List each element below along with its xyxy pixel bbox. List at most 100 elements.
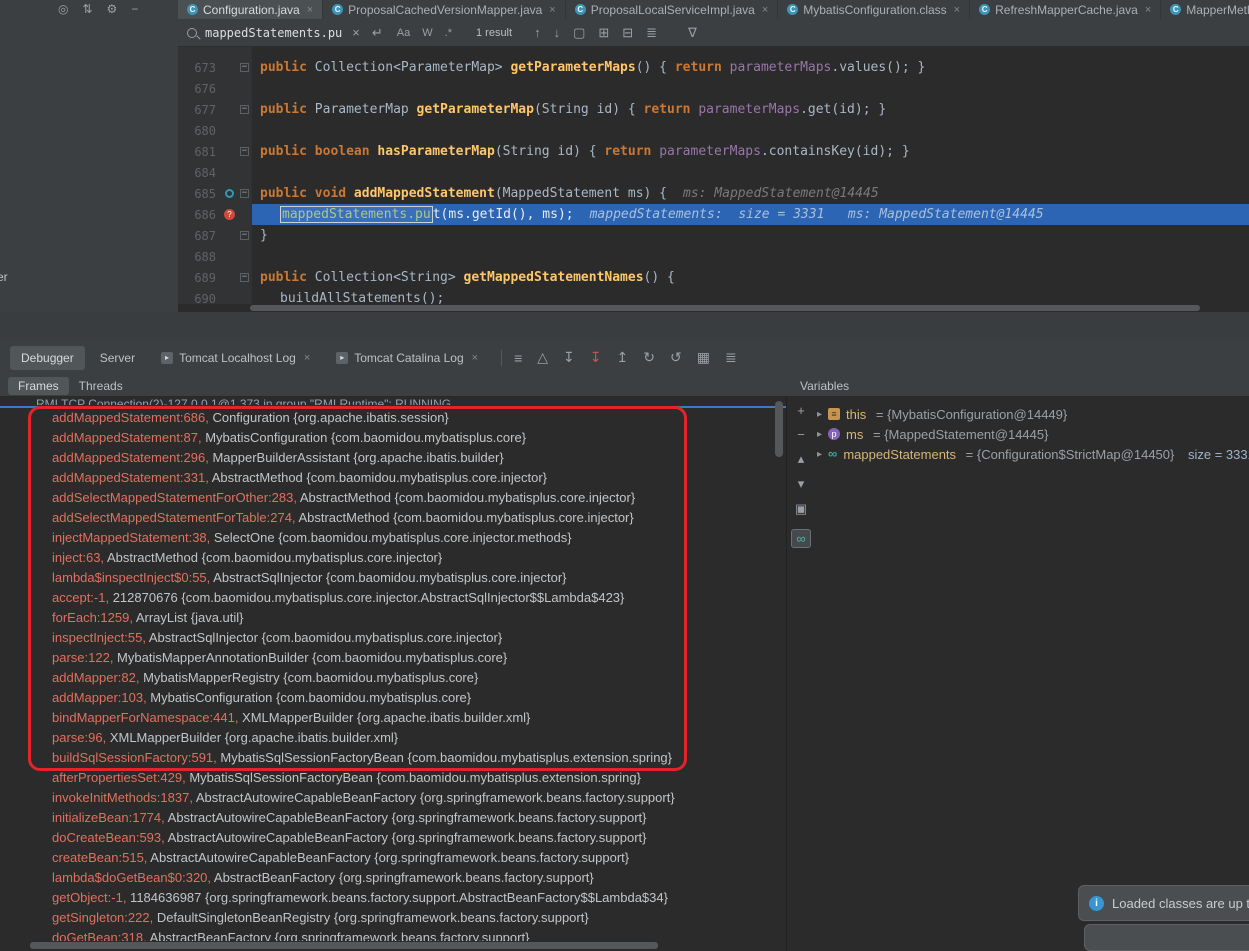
- move-up-icon[interactable]: ▴: [791, 451, 811, 467]
- stack-frame[interactable]: getObject:-1, 1184636987 {org.springfram…: [0, 888, 786, 908]
- code-line[interactable]: 688: [178, 246, 1249, 267]
- open-in-find-window-icon[interactable]: ▢: [573, 25, 585, 41]
- thread-selector[interactable]: RMI TCP Connection(2)-127.0.0.1@1,373 in…: [0, 397, 786, 405]
- filter-icon[interactable]: ∇: [688, 25, 697, 41]
- tab-threads[interactable]: Threads: [69, 377, 133, 395]
- fold-icon[interactable]: −: [240, 189, 249, 198]
- code-line[interactable]: 676: [178, 78, 1249, 99]
- stack-frame[interactable]: doGetBean:318, AbstractBeanFactory {org.…: [0, 928, 786, 941]
- code-line[interactable]: 681−public boolean hasParameterMap(Strin…: [178, 141, 1249, 162]
- close-icon[interactable]: ×: [472, 352, 478, 364]
- code-line[interactable]: 687−}: [178, 225, 1249, 246]
- move-down-icon[interactable]: ▾: [791, 476, 811, 492]
- code-line[interactable]: 684: [178, 162, 1249, 183]
- code-line[interactable]: 690buildAllStatements();: [178, 288, 1249, 304]
- remove-watch-icon[interactable]: −: [791, 427, 811, 442]
- debug-tab[interactable]: ▸Tomcat Localhost Log×: [150, 346, 321, 370]
- previous-occurrence-icon[interactable]: ↑: [534, 25, 541, 40]
- add-occurrence-icon[interactable]: ⊞: [598, 25, 609, 41]
- stack-frame[interactable]: addMapper:82, MybatisMapperRegistry {com…: [0, 668, 786, 688]
- close-icon[interactable]: ×: [1145, 4, 1151, 16]
- code-line[interactable]: 685−public void addMappedStatement(Mappe…: [178, 183, 1249, 204]
- close-icon[interactable]: ×: [304, 352, 310, 364]
- chevron-right-icon[interactable]: ▸: [817, 449, 822, 460]
- chevron-right-icon[interactable]: ▸: [817, 409, 822, 420]
- locate-file-icon[interactable]: ◎: [58, 2, 68, 16]
- restore-layout-icon[interactable]: △: [537, 349, 548, 366]
- stack-frame[interactable]: lambda$inspectInject$0:55, AbstractSqlIn…: [0, 568, 786, 588]
- duplicate-icon[interactable]: ▣: [791, 501, 811, 517]
- stack-frame[interactable]: inspectInject:55, AbstractSqlInjector {c…: [0, 628, 786, 648]
- code-line[interactable]: 677−public ParameterMap getParameterMap(…: [178, 99, 1249, 120]
- method-breakpoint-icon[interactable]: [225, 189, 234, 198]
- newline-icon[interactable]: ↵: [372, 25, 383, 41]
- stack-frame[interactable]: buildSqlSessionFactory:591, MybatisSqlSe…: [0, 748, 786, 768]
- stack-frame[interactable]: addSelectMappedStatementForTable:274, Ab…: [0, 508, 786, 528]
- search-options-icon[interactable]: ≣: [646, 25, 657, 41]
- conditional-breakpoint-icon[interactable]: ?: [224, 209, 235, 220]
- debug-tab[interactable]: Server: [89, 346, 146, 370]
- tab-frames[interactable]: Frames: [8, 377, 69, 395]
- rollback-icon[interactable]: ↺: [670, 349, 682, 366]
- match-case-toggle[interactable]: Aa: [397, 27, 410, 39]
- debug-tab[interactable]: Debugger: [10, 346, 85, 370]
- editor-tab[interactable]: CMybatisConfiguration.class×: [778, 0, 970, 19]
- variable-row[interactable]: ▸pms = {MappedStatement@14445}: [817, 424, 1249, 444]
- stack-frame[interactable]: getSingleton:222, DefaultSingletonBeanRe…: [0, 908, 786, 928]
- stack-frame[interactable]: forEach:1259, ArrayList {java.util}: [0, 608, 786, 628]
- stack-frame[interactable]: bindMapperForNamespace:441, XMLMapperBui…: [0, 708, 786, 728]
- editor-tab[interactable]: CProposalCachedVersionMapper.java×: [323, 0, 566, 19]
- editor-tab[interactable]: CRefreshMapperCache.java×: [970, 0, 1161, 19]
- frames-scrollbar-thumb[interactable]: [775, 401, 783, 457]
- sort-icon[interactable]: ⇅: [82, 2, 92, 16]
- search-input[interactable]: mappedStatements.pu: [205, 26, 342, 40]
- stack-frame[interactable]: lambda$doGetBean$0:320, AbstractBeanFact…: [0, 868, 786, 888]
- fold-icon[interactable]: −: [240, 147, 249, 156]
- fold-icon[interactable]: −: [240, 273, 249, 282]
- editor-tab[interactable]: CProposalLocalServiceImpl.java×: [566, 0, 779, 19]
- next-occurrence-icon[interactable]: ↓: [554, 25, 561, 40]
- stack-frame[interactable]: addMappedStatement:686, Configuration {o…: [0, 408, 786, 428]
- close-icon[interactable]: ×: [762, 4, 768, 16]
- stack-frame[interactable]: addSelectMappedStatementForOther:283, Ab…: [0, 488, 786, 508]
- stack-frame[interactable]: parse:96, XMLMapperBuilder {org.apache.i…: [0, 728, 786, 748]
- words-toggle[interactable]: W: [422, 27, 432, 39]
- stack-frame[interactable]: addMappedStatement:296, MapperBuilderAss…: [0, 448, 786, 468]
- code-line[interactable]: 689−public Collection<String> getMappedS…: [178, 267, 1249, 288]
- code-line[interactable]: 673−public Collection<ParameterMap> getP…: [178, 57, 1249, 78]
- stack-frame[interactable]: addMappedStatement:87, MybatisConfigurat…: [0, 428, 786, 448]
- close-icon[interactable]: ×: [352, 25, 360, 41]
- fold-icon[interactable]: −: [240, 105, 249, 114]
- upload-icon[interactable]: ↥: [617, 349, 629, 366]
- debug-tab[interactable]: ▸Tomcat Catalina Log×: [325, 346, 489, 370]
- close-icon[interactable]: ×: [307, 4, 313, 16]
- remove-occurrence-icon[interactable]: ⊟: [622, 25, 633, 41]
- stack-frame[interactable]: afterPropertiesSet:429, MybatisSqlSessio…: [0, 768, 786, 788]
- settings-gear-icon[interactable]: ⚙: [107, 2, 118, 16]
- chevron-right-icon[interactable]: ▸: [817, 429, 822, 440]
- refresh-icon[interactable]: ↻: [643, 349, 655, 366]
- stack-frame[interactable]: addMapper:103, MybatisConfiguration {com…: [0, 688, 786, 708]
- hide-panel-icon[interactable]: −: [131, 2, 138, 16]
- watches-toggle-icon[interactable]: ∞: [791, 529, 811, 548]
- layout-settings-icon[interactable]: ≡: [514, 350, 522, 366]
- fold-icon[interactable]: −: [240, 63, 249, 72]
- code-line[interactable]: 686?mappedStatements.put(ms.getId(), ms)…: [178, 204, 1249, 225]
- stack-frame[interactable]: parse:122, MybatisMapperAnnotationBuilde…: [0, 648, 786, 668]
- add-watch-icon[interactable]: +: [791, 403, 811, 418]
- code-editor[interactable]: 673−public Collection<ParameterMap> getP…: [178, 47, 1249, 304]
- editor-tab[interactable]: CMapperMethod.java×: [1161, 0, 1249, 19]
- stack-frame[interactable]: doCreateBean:593, AbstractAutowireCapabl…: [0, 828, 786, 848]
- close-icon[interactable]: ×: [954, 4, 960, 16]
- variable-row[interactable]: ▸∞mappedStatements = {Configuration$Stri…: [817, 444, 1249, 464]
- variable-row[interactable]: ▸≡this = {MybatisConfiguration@14449}: [817, 404, 1249, 424]
- code-line[interactable]: 680: [178, 120, 1249, 141]
- stack-frame[interactable]: createBean:515, AbstractAutowireCapableB…: [0, 848, 786, 868]
- layout-grid-icon[interactable]: ▦: [697, 349, 710, 366]
- view-options-icon[interactable]: ≣: [725, 349, 737, 366]
- export-threads-icon[interactable]: ↧: [563, 349, 575, 366]
- bottom-scrollbar-thumb[interactable]: [30, 942, 658, 949]
- stack-frame[interactable]: inject:63, AbstractMethod {com.baomidou.…: [0, 548, 786, 568]
- stack-frame[interactable]: invokeInitMethods:1837, AbstractAutowire…: [0, 788, 786, 808]
- stack-frame[interactable]: initializeBean:1774, AbstractAutowireCap…: [0, 808, 786, 828]
